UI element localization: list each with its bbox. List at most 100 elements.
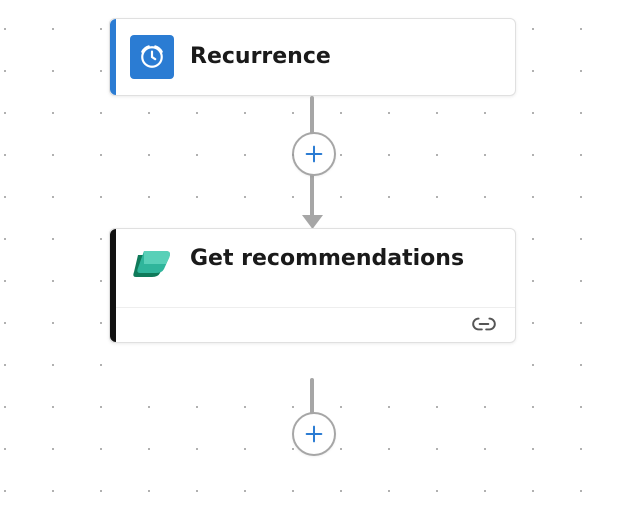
- card-footer: [110, 307, 515, 342]
- grid-dot: [52, 154, 54, 156]
- grid-dot: [52, 406, 54, 408]
- grid-dot: [292, 406, 294, 408]
- grid-dot: [4, 364, 6, 366]
- grid-dot: [484, 196, 486, 198]
- grid-dot: [52, 196, 54, 198]
- grid-dot: [100, 196, 102, 198]
- grid-dot: [580, 70, 582, 72]
- grid-dot: [148, 406, 150, 408]
- grid-dot: [52, 322, 54, 324]
- trigger-card-recurrence[interactable]: Recurrence: [109, 18, 516, 96]
- grid-dot: [100, 364, 102, 366]
- grid-dot: [436, 196, 438, 198]
- grid-dot: [292, 448, 294, 450]
- grid-dot: [100, 154, 102, 156]
- grid-dot: [52, 364, 54, 366]
- grid-dot: [52, 490, 54, 492]
- grid-dot: [100, 70, 102, 72]
- grid-dot: [52, 238, 54, 240]
- grid-dot: [196, 112, 198, 114]
- action-title: Get recommendations: [190, 245, 464, 273]
- grid-dot: [100, 28, 102, 30]
- grid-dot: [580, 154, 582, 156]
- grid-dot: [292, 112, 294, 114]
- grid-dot: [580, 490, 582, 492]
- grid-dot: [148, 154, 150, 156]
- grid-dot: [244, 154, 246, 156]
- grid-dot: [580, 112, 582, 114]
- grid-dot: [340, 112, 342, 114]
- grid-dot: [436, 406, 438, 408]
- grid-dot: [292, 490, 294, 492]
- link-icon[interactable]: [471, 316, 497, 335]
- grid-dot: [484, 448, 486, 450]
- grid-dot: [100, 322, 102, 324]
- connector: [310, 378, 314, 414]
- grid-dot: [436, 154, 438, 156]
- grid-dot: [436, 490, 438, 492]
- grid-dot: [52, 280, 54, 282]
- grid-dot: [532, 322, 534, 324]
- grid-dot: [244, 490, 246, 492]
- grid-dot: [148, 448, 150, 450]
- grid-dot: [340, 154, 342, 156]
- grid-dot: [244, 112, 246, 114]
- grid-dot: [4, 238, 6, 240]
- grid-dot: [244, 406, 246, 408]
- grid-dot: [148, 490, 150, 492]
- power-platform-icon: [130, 245, 174, 289]
- grid-dot: [484, 406, 486, 408]
- grid-dot: [532, 28, 534, 30]
- add-step-button[interactable]: [292, 132, 336, 176]
- grid-dot: [580, 280, 582, 282]
- grid-dot: [532, 490, 534, 492]
- grid-dot: [52, 28, 54, 30]
- grid-dot: [196, 196, 198, 198]
- grid-dot: [196, 154, 198, 156]
- grid-dot: [340, 196, 342, 198]
- grid-dot: [196, 406, 198, 408]
- grid-dot: [4, 154, 6, 156]
- grid-dot: [580, 28, 582, 30]
- grid-dot: [484, 154, 486, 156]
- grid-dot: [4, 28, 6, 30]
- grid-dot: [388, 448, 390, 450]
- grid-dot: [388, 154, 390, 156]
- grid-dot: [532, 154, 534, 156]
- grid-dot: [196, 490, 198, 492]
- action-card-get-recommendations[interactable]: Get recommendations: [109, 228, 516, 343]
- grid-dot: [292, 154, 294, 156]
- flow-canvas[interactable]: Recurrence Get recommendations: [0, 0, 624, 513]
- grid-dot: [4, 322, 6, 324]
- grid-dot: [580, 406, 582, 408]
- grid-dot: [532, 112, 534, 114]
- grid-dot: [436, 112, 438, 114]
- grid-dot: [532, 70, 534, 72]
- grid-dot: [388, 406, 390, 408]
- grid-dot: [292, 196, 294, 198]
- grid-dot: [100, 238, 102, 240]
- grid-dot: [388, 196, 390, 198]
- grid-dot: [580, 238, 582, 240]
- grid-dot: [532, 448, 534, 450]
- grid-dot: [580, 322, 582, 324]
- grid-dot: [532, 364, 534, 366]
- grid-dot: [4, 490, 6, 492]
- action-accent-bar: [110, 229, 116, 342]
- add-step-button[interactable]: [292, 412, 336, 456]
- grid-dot: [532, 406, 534, 408]
- grid-dot: [532, 280, 534, 282]
- grid-dot: [100, 406, 102, 408]
- grid-dot: [100, 490, 102, 492]
- grid-dot: [4, 448, 6, 450]
- grid-dot: [484, 112, 486, 114]
- grid-dot: [580, 196, 582, 198]
- grid-dot: [244, 196, 246, 198]
- grid-dot: [244, 448, 246, 450]
- grid-dot: [52, 448, 54, 450]
- trigger-title: Recurrence: [190, 43, 331, 71]
- grid-dot: [340, 490, 342, 492]
- grid-dot: [100, 280, 102, 282]
- grid-dot: [4, 112, 6, 114]
- trigger-accent-bar: [110, 19, 116, 95]
